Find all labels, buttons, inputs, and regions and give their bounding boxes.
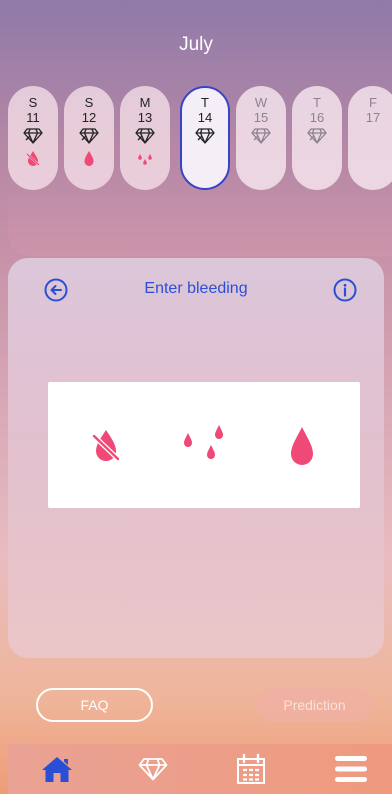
- day-cell-12[interactable]: S 12: [64, 86, 114, 190]
- nav-home[interactable]: [40, 753, 74, 785]
- option-spotting[interactable]: [176, 416, 232, 476]
- day-weekday: F: [369, 95, 377, 110]
- day-date: 12: [81, 110, 97, 125]
- day-cell-16[interactable]: T 16: [292, 86, 342, 190]
- day-date: 14: [197, 110, 213, 125]
- diamond-icon: [79, 128, 99, 144]
- info-circle-icon[interactable]: [333, 278, 357, 302]
- diamond-icon: [23, 128, 43, 144]
- nav-diamond[interactable]: [136, 753, 170, 785]
- nav-menu[interactable]: [334, 753, 368, 785]
- menu-icon: [335, 756, 367, 782]
- spotting-icon: [184, 425, 223, 459]
- diamond-icon: [195, 128, 215, 144]
- option-no-bleeding[interactable]: [78, 416, 134, 476]
- calendar-icon: [237, 753, 265, 784]
- no-bleeding-icon: [92, 430, 120, 461]
- diamond-icon: [307, 128, 327, 144]
- prediction-button[interactable]: Prediction: [256, 688, 373, 722]
- day-date: 15: [253, 110, 269, 125]
- nav-calendar[interactable]: [234, 753, 268, 785]
- day-cell-14-selected[interactable]: T 14: [180, 86, 230, 190]
- bottom-nav: [8, 744, 392, 794]
- day-cell-17[interactable]: F 17: [348, 86, 392, 190]
- diamond-icon: [138, 758, 168, 781]
- card-title: Enter bleeding: [144, 280, 248, 297]
- spotting-icon: [138, 154, 152, 165]
- day-weekday: T: [313, 95, 321, 110]
- heavy-bleeding-icon: [84, 151, 94, 166]
- bleeding-options: [48, 382, 360, 508]
- enter-bleeding-card: Enter bleeding: [8, 258, 384, 658]
- day-date: 13: [137, 110, 153, 125]
- day-strip[interactable]: S 11 S 12 M 13 T 14 W 15 T 16 F 17: [8, 86, 392, 190]
- day-cell-13[interactable]: M 13: [120, 86, 170, 190]
- no-bleeding-icon: [26, 151, 40, 166]
- day-date: 11: [26, 110, 40, 125]
- calendar-header-base: [8, 186, 392, 256]
- option-bleeding[interactable]: [274, 416, 330, 476]
- bleeding-drop-icon: [291, 427, 313, 465]
- month-title: July: [179, 34, 213, 55]
- day-date: 16: [309, 110, 325, 125]
- diamond-icon: [251, 128, 271, 144]
- day-weekday: T: [201, 95, 209, 110]
- day-weekday: S: [28, 95, 38, 110]
- day-cell-11[interactable]: S 11: [8, 86, 58, 190]
- diamond-icon: [135, 128, 155, 144]
- day-weekday: W: [254, 95, 268, 110]
- day-weekday: S: [84, 95, 94, 110]
- day-cell-15[interactable]: W 15: [236, 86, 286, 190]
- day-date: 17: [365, 110, 381, 125]
- home-icon: [42, 757, 72, 782]
- faq-button[interactable]: FAQ: [36, 688, 153, 722]
- day-weekday: M: [139, 95, 151, 110]
